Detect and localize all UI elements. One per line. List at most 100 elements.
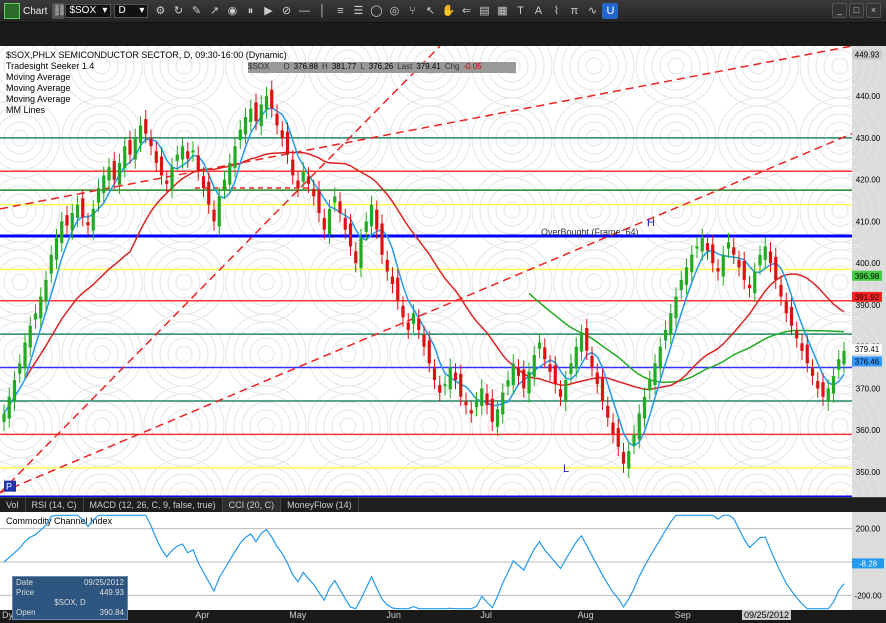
- vline-icon[interactable]: │: [314, 3, 330, 19]
- aa-icon[interactable]: A: [530, 3, 546, 19]
- candle-body: [679, 279, 683, 291]
- tab-cci[interactable]: CCI (20, C): [222, 498, 282, 513]
- link-icon[interactable]: ⛓: [52, 3, 66, 19]
- candle-body: [564, 380, 568, 402]
- x-axis-cursor: 09/25/2012: [742, 610, 792, 620]
- candle-body: [700, 238, 704, 252]
- tl-icon[interactable]: ⌇: [548, 3, 564, 19]
- list-icon[interactable]: ☰: [350, 3, 366, 19]
- y-axis-tick-label: 420.00: [856, 176, 881, 185]
- candle-body: [795, 330, 799, 339]
- candle-body: [385, 259, 389, 272]
- wave-icon[interactable]: ∿: [584, 3, 600, 19]
- candle-body: [543, 347, 547, 360]
- interval-input[interactable]: D ▾: [114, 4, 149, 18]
- candle-body: [364, 221, 368, 232]
- candle-body: [2, 413, 6, 422]
- fib-icon[interactable]: ▤: [476, 3, 492, 19]
- x-axis-label: Apr: [195, 610, 210, 620]
- maximize-button[interactable]: □: [849, 3, 864, 18]
- candle-body: [443, 384, 447, 387]
- pointer-icon[interactable]: ↖: [422, 3, 438, 19]
- x-axis-label: Jul: [480, 610, 492, 620]
- candle-body: [711, 244, 715, 264]
- candle-body: [159, 156, 164, 176]
- no-icon[interactable]: ⊘: [278, 3, 294, 19]
- y-axis-tick-label: 410.00: [856, 217, 881, 226]
- candle-body: [579, 334, 584, 352]
- circle-icon[interactable]: ◯: [368, 3, 384, 19]
- candle-body: [312, 188, 316, 197]
- hline-icon[interactable]: —: [296, 3, 312, 19]
- circle2-icon[interactable]: ◎: [386, 3, 402, 19]
- candle-body: [527, 371, 531, 394]
- candle-body: [96, 187, 101, 203]
- candle-body: [81, 198, 85, 218]
- candle-body: [653, 363, 657, 386]
- candle-body: [810, 368, 815, 376]
- quote-low-label: L: [360, 62, 365, 71]
- refresh-icon[interactable]: ↻: [170, 3, 186, 19]
- globe-icon[interactable]: ◉: [224, 3, 240, 19]
- symbol-input[interactable]: $SOX ▾: [65, 4, 112, 18]
- candle-body: [837, 359, 841, 370]
- x-axis-label: Sep: [674, 610, 691, 620]
- candle-body: [149, 138, 153, 147]
- candle-body: [648, 380, 652, 391]
- y-axis-tick-label: 360.00: [856, 426, 881, 435]
- candle-body: [674, 296, 678, 319]
- hand-icon[interactable]: ✋: [440, 3, 456, 19]
- tab-vol[interactable]: Vol: [0, 498, 26, 513]
- tab-macd[interactable]: MACD (12, 26, C, 9, false, true): [84, 498, 223, 513]
- quote-low: 376.26: [368, 62, 394, 71]
- candle-body: [821, 382, 825, 397]
- candle-body: [39, 296, 43, 319]
- candle-body: [217, 196, 221, 227]
- minimize-button[interactable]: _: [832, 3, 847, 18]
- play-icon[interactable]: ▶: [260, 3, 276, 19]
- quote-bar: $SOX O 376.88 H 381.77 L 376.26 Last 379…: [248, 62, 516, 73]
- pti-icon[interactable]: π: [566, 3, 582, 19]
- candle-body: [343, 218, 347, 230]
- candle-body: [348, 223, 353, 247]
- candle-body: [663, 329, 668, 341]
- menu-icon[interactable]: ≡: [332, 3, 348, 19]
- candle-body: [228, 162, 232, 185]
- candle-body: [243, 116, 248, 135]
- overbought-label: OverBought (Frame: 64): [541, 227, 639, 237]
- candle-body: [375, 209, 379, 230]
- candle-body: [485, 393, 489, 406]
- open-value: 390.84: [99, 608, 124, 617]
- candle-body: [427, 340, 431, 364]
- fork-icon[interactable]: ⑂: [404, 3, 420, 19]
- pause-icon[interactable]: ⏸: [242, 3, 258, 19]
- candle-body: [490, 398, 494, 422]
- p-marker: P: [6, 482, 12, 492]
- price-marker: 396.98: [855, 272, 880, 281]
- grid-icon[interactable]: ▦: [494, 3, 510, 19]
- close-button[interactable]: ×: [866, 3, 881, 18]
- u-icon[interactable]: U: [602, 3, 619, 19]
- legend-line: MM Lines: [6, 105, 46, 115]
- candle-body: [627, 451, 631, 469]
- candle-body: [464, 401, 468, 406]
- candle-body: [306, 176, 311, 184]
- arrow-icon[interactable]: ↗: [206, 3, 222, 19]
- text-icon[interactable]: T: [512, 3, 528, 19]
- quote-last: 379.41: [416, 62, 441, 71]
- candle-body: [18, 363, 22, 374]
- candle-body: [438, 385, 442, 393]
- candle-body: [553, 365, 557, 385]
- candle-body: [621, 451, 626, 464]
- tab-rsi[interactable]: RSI (14, C): [26, 498, 84, 513]
- pencil-icon[interactable]: ✎: [188, 3, 204, 19]
- gear-icon[interactable]: ⚙: [152, 3, 168, 19]
- cci-chart[interactable]: Commodity Channel Index200.000.00-200.00…: [0, 512, 886, 612]
- candle-body: [222, 179, 227, 191]
- candle-body: [422, 334, 426, 347]
- tab-moneyflow[interactable]: MoneyFlow (14): [281, 498, 359, 513]
- candle-body: [753, 271, 757, 294]
- back-icon[interactable]: ⇐: [458, 3, 474, 19]
- x-axis: Dy 09/25/2012 MarAprMayJunJulAugSep: [0, 610, 886, 623]
- candle-body: [175, 154, 179, 161]
